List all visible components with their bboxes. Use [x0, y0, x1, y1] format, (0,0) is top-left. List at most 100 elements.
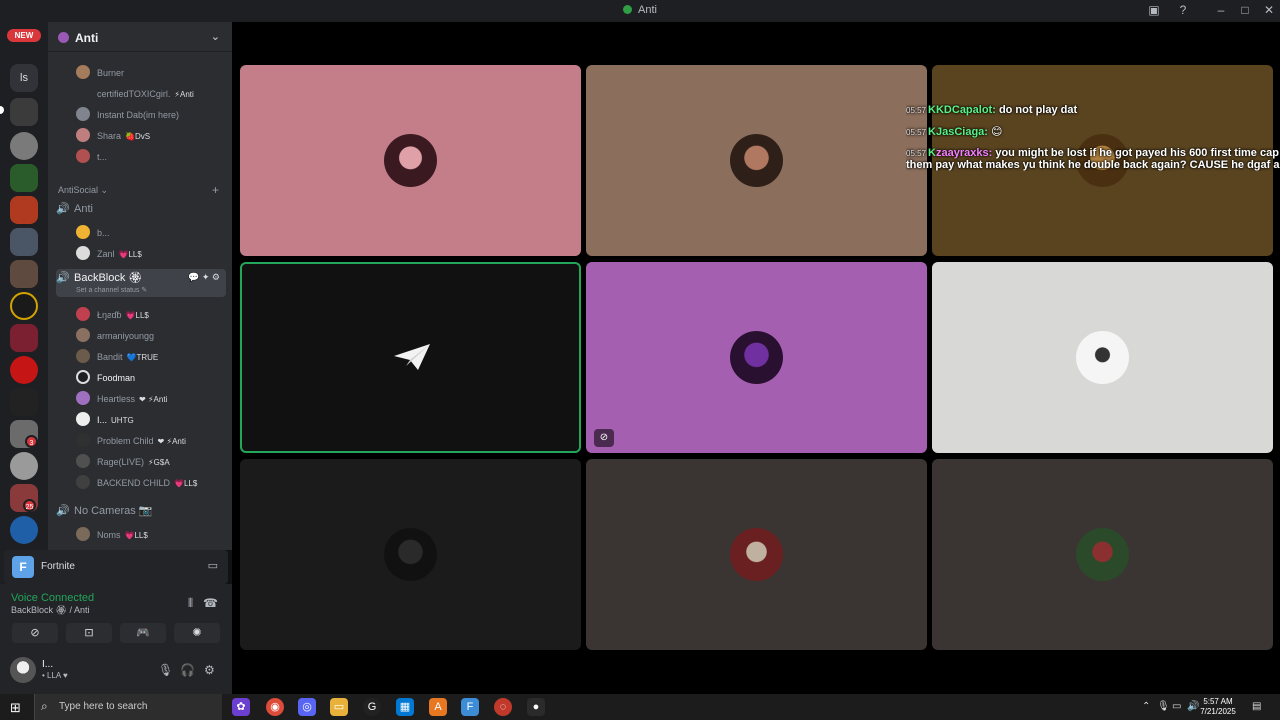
guild-header[interactable]: Anti ⌄: [48, 22, 232, 52]
video-tile[interactable]: [932, 459, 1273, 650]
voice-user[interactable]: Instant Dab(im here): [76, 107, 179, 125]
voice-user[interactable]: b...⁄⁄: [76, 225, 110, 243]
server-icon[interactable]: [10, 260, 38, 288]
close-button[interactable]: ✕: [1261, 3, 1277, 17]
category-antisocial[interactable]: AntiSocial ⌄ +: [58, 183, 219, 197]
voice-status[interactable]: Voice Connected: [11, 592, 94, 604]
channel-actions[interactable]: 💬 ✦ ⚙: [188, 272, 220, 283]
avatar: [76, 527, 90, 541]
store-icon[interactable]: ▦: [396, 698, 414, 716]
camera-button[interactable]: ⊘: [12, 623, 58, 643]
soundboard-button[interactable]: ✺: [174, 623, 220, 643]
help-icon[interactable]: ?: [1175, 3, 1191, 17]
network-icon[interactable]: ▭: [1172, 701, 1181, 712]
avatar: [1076, 331, 1129, 384]
voice-user[interactable]: I...UHTG···: [76, 412, 134, 430]
voice-user[interactable]: Shara 🍓DvS: [76, 128, 150, 146]
voice-user[interactable]: certifiedTOXICgirl. ⚡Anti: [76, 86, 194, 104]
inbox-icon[interactable]: ▣: [1146, 3, 1162, 17]
user-name: Noms: [97, 530, 121, 540]
mic-icon[interactable]: 🎙: [158, 663, 173, 677]
voice-channel-anti[interactable]: 🔊 Anti: [56, 202, 226, 215]
activity-button[interactable]: 🎮: [120, 623, 166, 643]
minimize-button[interactable]: –: [1213, 3, 1229, 17]
voice-user[interactable]: Burner: [76, 65, 124, 83]
chat-overlay: 05:57 KKDCapalot: do not play dat 05:57 KJ…: [906, 104, 1280, 180]
server-icon[interactable]: [10, 452, 38, 480]
search-box[interactable]: ⌕ Type here to search: [34, 694, 222, 720]
server-icon[interactable]: [10, 516, 38, 544]
voice-channel-no-cameras[interactable]: 🔊 No Cameras 📷: [56, 504, 226, 517]
avatar: [76, 349, 90, 363]
windows-start-icon[interactable]: ⊞: [10, 700, 21, 716]
server-icon[interactable]: [10, 196, 38, 224]
voice-location[interactable]: BackBlock 🏵 / Anti: [11, 605, 89, 616]
fortnite-icon[interactable]: F: [461, 698, 479, 716]
maximize-button[interactable]: □: [1237, 3, 1253, 17]
video-tile[interactable]: [586, 459, 927, 650]
channel-status[interactable]: Set a channel status ✎: [76, 286, 226, 294]
server-icon[interactable]: [10, 388, 38, 416]
user-panel[interactable]: I... • LLA ♥ 🎙 🎧 ⚙: [10, 655, 222, 685]
discord-icon[interactable]: ◎: [298, 698, 316, 716]
server-icon[interactable]: [10, 98, 38, 126]
server-icon[interactable]: [10, 324, 38, 352]
message-text: 😊: [991, 126, 1003, 138]
voice-user[interactable]: Problem Child ❤ ⚡Anti: [76, 433, 186, 451]
server-icon[interactable]: [10, 356, 38, 384]
app-icon[interactable]: ◌: [494, 698, 512, 716]
voice-user[interactable]: Heartless❤ ⚡Anti⁄⁄: [76, 391, 167, 409]
chrome-icon[interactable]: ◉: [266, 698, 284, 716]
voice-user[interactable]: BACKEND CHILD 💗LL$: [76, 475, 197, 493]
video-tile[interactable]: [932, 262, 1273, 453]
avatar: [76, 225, 90, 239]
settings-icon[interactable]: ⚙: [204, 663, 215, 677]
avatar: [76, 65, 90, 79]
voice-user[interactable]: Łŋƨɗɓ 💗LL$: [76, 307, 149, 325]
mic-tray-icon[interactable]: 🎙: [1157, 701, 1170, 712]
copilot-icon[interactable]: ✿: [232, 698, 250, 716]
server-icon[interactable]: [10, 132, 38, 160]
add-channel-icon[interactable]: +: [212, 183, 219, 197]
server-icon[interactable]: [10, 292, 38, 320]
video-tile-speaking[interactable]: [240, 262, 581, 453]
voice-user[interactable]: t...: [76, 149, 107, 167]
server-icon[interactable]: [10, 164, 38, 192]
video-tile[interactable]: [240, 459, 581, 650]
disconnect-icon[interactable]: ☎: [203, 596, 218, 610]
user-name: Łŋƨɗɓ: [97, 310, 122, 320]
voice-user[interactable]: Bandit 💙TRUE: [76, 349, 158, 367]
voice-user[interactable]: armaniyoungg: [76, 328, 154, 346]
video-tile[interactable]: ⊘: [586, 262, 927, 453]
voice-user[interactable]: Noms💗LL$⁄⁄: [76, 527, 148, 545]
fortnite-icon: F: [12, 556, 34, 578]
dm-button[interactable]: ls: [10, 64, 38, 92]
chat-message: 05:57 KJasCiaga: 😊: [906, 125, 1280, 138]
server-icon[interactable]: [10, 228, 38, 256]
notification-icon[interactable]: ▤: [1252, 701, 1261, 712]
file-explorer-icon[interactable]: ▭: [330, 698, 348, 716]
avatar: [10, 657, 36, 683]
app-icon[interactable]: G: [363, 698, 381, 716]
voice-user[interactable]: Foodman: [76, 370, 135, 388]
stream-game-icon[interactable]: ▭: [208, 559, 218, 572]
video-tile[interactable]: [240, 65, 581, 256]
app-icon[interactable]: A: [429, 698, 447, 716]
video-grid: ⊘ 05:57 KKDCapalot: do not play dat 05:57…: [232, 22, 1280, 694]
screen-share-button[interactable]: ⊡: [66, 623, 112, 643]
user-name: Instant Dab(im here): [97, 110, 180, 120]
voice-user[interactable]: Rage(LIVE) ⚡G$A: [76, 454, 170, 472]
app-icon[interactable]: ●: [527, 698, 545, 716]
user-name: armaniyoungg: [97, 331, 155, 341]
clock[interactable]: 5:57 AM 7/21/2025: [1196, 697, 1240, 717]
avatar: [76, 246, 90, 260]
video-tile[interactable]: [586, 65, 927, 256]
user-tag: ❤ ⚡Anti: [139, 395, 168, 404]
activity-panel[interactable]: F Fortnite ▭: [4, 550, 228, 584]
headphones-icon[interactable]: 🎧: [180, 663, 195, 677]
voice-channel-backblock[interactable]: 🔊 BackBlock 🏵 💬 ✦ ⚙ Set a channel status ✎: [56, 269, 226, 297]
chevron-down-icon[interactable]: ⌄: [211, 30, 220, 43]
chevron-up-icon[interactable]: ⌃: [1142, 701, 1150, 712]
noise-suppression-icon[interactable]: ⫴: [188, 596, 193, 610]
voice-user[interactable]: Zanl💗LL$⁄⁄: [76, 246, 142, 264]
